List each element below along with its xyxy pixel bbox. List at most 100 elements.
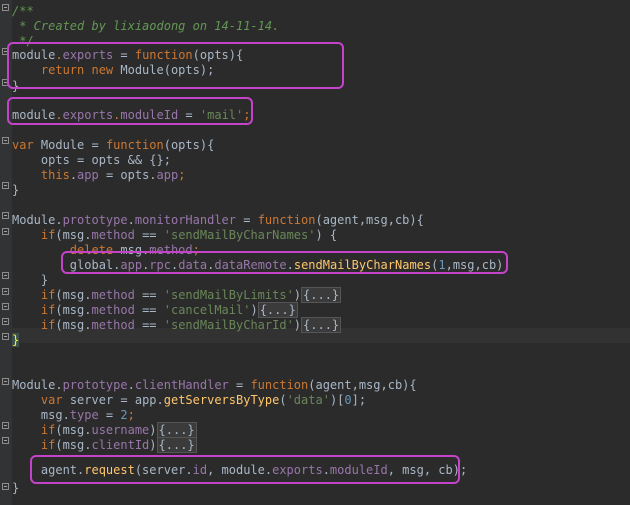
code-token: = opts. bbox=[98, 168, 157, 182]
code-token: type bbox=[69, 408, 99, 422]
code-token: ) { bbox=[315, 228, 338, 242]
fold-marker-icon[interactable] bbox=[2, 272, 9, 279]
highlight-box-module-exports bbox=[7, 42, 344, 89]
code-token: clientId bbox=[91, 438, 150, 452]
code-token: var bbox=[40, 393, 63, 407]
folded-region[interactable]: {...} bbox=[301, 317, 342, 333]
code-token: )[ bbox=[329, 393, 345, 407]
code-token: if bbox=[40, 228, 56, 242]
code-token: opts = opts && {}; bbox=[12, 153, 171, 167]
code-token: server = app. bbox=[62, 393, 164, 407]
code-token: 'sendMailByCharId' bbox=[163, 318, 294, 332]
fold-marker-icon[interactable] bbox=[2, 318, 9, 325]
fold-marker-icon[interactable] bbox=[2, 437, 9, 444]
fold-marker-icon[interactable] bbox=[2, 333, 9, 340]
code-token: (msg. bbox=[55, 288, 92, 302]
fold-marker-icon[interactable] bbox=[2, 378, 9, 385]
code-token: (msg. bbox=[55, 438, 92, 452]
code-line[interactable]: if(msg.method == 'cancelMail') {...} bbox=[12, 302, 298, 318]
code-token: 'sendMailByLimits' bbox=[163, 288, 294, 302]
code-line[interactable]: if(msg.method == 'sendMailByCharId') {...… bbox=[12, 317, 342, 333]
code-token: Module = bbox=[33, 138, 106, 152]
code-token: (agent,msg,cb){ bbox=[315, 213, 424, 227]
folded-region[interactable]: {...} bbox=[301, 287, 342, 303]
code-token: } bbox=[12, 481, 20, 495]
code-line[interactable]: Module.prototype.monitorHandler = functi… bbox=[12, 213, 424, 228]
code-token: getServersByType bbox=[163, 393, 280, 407]
fold-marker-icon[interactable] bbox=[2, 4, 9, 11]
code-token: if bbox=[40, 438, 56, 452]
code-token: if bbox=[40, 423, 56, 437]
code-line[interactable]: if(msg.method == 'sendMailByCharNames') … bbox=[12, 228, 337, 243]
code-line[interactable]: } bbox=[12, 333, 20, 348]
code-token: clientHandler bbox=[134, 378, 229, 392]
fold-marker-icon[interactable] bbox=[2, 137, 9, 144]
fold-marker-icon[interactable] bbox=[2, 288, 9, 295]
code-line[interactable]: /** bbox=[12, 4, 34, 19]
code-token: app bbox=[77, 168, 99, 182]
code-token: == bbox=[134, 228, 164, 242]
fold-marker-icon[interactable] bbox=[2, 303, 9, 310]
fold-marker-icon[interactable] bbox=[2, 182, 9, 189]
code-token: 'sendMailByCharNames' bbox=[163, 228, 316, 242]
code-token: ) bbox=[293, 288, 302, 302]
code-token: Module. bbox=[12, 378, 63, 392]
folded-region[interactable]: {...} bbox=[257, 302, 298, 318]
code-token: . bbox=[127, 213, 135, 227]
code-token: prototype bbox=[62, 378, 128, 392]
code-token: method bbox=[91, 288, 135, 302]
code-token: 'data' bbox=[286, 393, 330, 407]
code-line[interactable]: var server = app.getServersByType('data'… bbox=[12, 393, 366, 408]
code-token: . bbox=[127, 378, 135, 392]
code-token: function bbox=[250, 378, 309, 392]
code-token: /** bbox=[12, 4, 34, 18]
code-line[interactable]: msg.type = 2; bbox=[12, 408, 135, 423]
code-token: (msg. bbox=[55, 423, 92, 437]
code-line[interactable]: opts = opts && {}; bbox=[12, 153, 171, 168]
folded-region[interactable]: {...} bbox=[156, 422, 197, 438]
code-token: ) bbox=[250, 303, 258, 317]
fold-marker-icon[interactable] bbox=[2, 228, 9, 235]
code-token: (opts){ bbox=[163, 138, 215, 152]
code-token: ; bbox=[127, 408, 135, 422]
code-token: function bbox=[105, 138, 164, 152]
folded-region[interactable]: {...} bbox=[156, 437, 197, 453]
highlight-box-agent-request bbox=[30, 455, 460, 484]
code-line[interactable]: if(msg.method == 'sendMailByLimits') {...… bbox=[12, 287, 342, 303]
code-token: . bbox=[69, 168, 78, 182]
code-line[interactable]: Module.prototype.clientHandler = functio… bbox=[12, 378, 417, 393]
fold-marker-icon[interactable] bbox=[2, 483, 9, 490]
fold-marker-icon[interactable] bbox=[2, 422, 9, 429]
code-token: = bbox=[236, 213, 258, 227]
code-editor[interactable]: /** * Created by lixiaodong on 14-11-14.… bbox=[0, 0, 630, 505]
code-line[interactable]: if(msg.clientId) {...} bbox=[12, 437, 197, 453]
code-token: function bbox=[257, 213, 316, 227]
code-token: ; bbox=[178, 168, 186, 182]
code-token: if bbox=[40, 318, 56, 332]
code-token: monitorHandler bbox=[134, 213, 236, 227]
code-line[interactable]: this.app = opts.app; bbox=[12, 168, 186, 183]
code-token: 'cancelMail' bbox=[163, 303, 251, 317]
fold-marker-icon[interactable] bbox=[2, 212, 9, 219]
code-token: (msg. bbox=[55, 228, 92, 242]
code-line[interactable]: } bbox=[12, 273, 48, 288]
code-line[interactable]: } bbox=[12, 183, 19, 198]
code-token: app bbox=[156, 168, 179, 182]
code-line[interactable]: } bbox=[12, 481, 19, 496]
code-token: } bbox=[12, 273, 49, 287]
code-token: if bbox=[40, 303, 56, 317]
code-line[interactable]: if(msg.username) {...} bbox=[12, 422, 197, 438]
code-token: } bbox=[12, 333, 20, 347]
code-token: = bbox=[228, 378, 251, 392]
code-token: == bbox=[134, 318, 164, 332]
code-token: username bbox=[91, 423, 150, 437]
code-token: Module. bbox=[12, 213, 63, 227]
code-line[interactable]: var Module = function(opts){ bbox=[12, 138, 214, 153]
code-line[interactable]: * Created by lixiaodong on 14-11-14. bbox=[12, 19, 279, 34]
code-token: } bbox=[12, 183, 20, 197]
